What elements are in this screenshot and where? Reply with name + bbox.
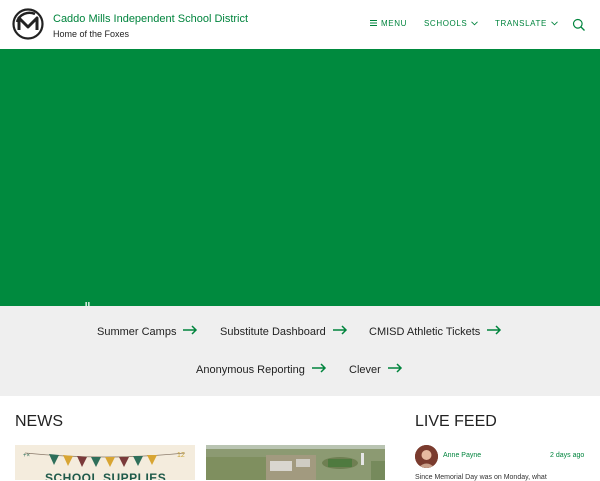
quicklink-anonymous-reporting[interactable]: Anonymous Reporting: [196, 363, 327, 376]
translate-dropdown[interactable]: TRANSLATE: [495, 19, 558, 28]
news-heading: NEWS: [15, 413, 63, 430]
news-card-school-supplies[interactable]: +× 12 SCHOOL SUPPLIES: [15, 445, 195, 480]
quicklink-label: Anonymous Reporting: [196, 363, 305, 376]
news-card-aerial-photo[interactable]: [206, 445, 385, 480]
svg-text:+×: +×: [23, 453, 31, 459]
schools-dropdown[interactable]: SCHOOLS: [424, 19, 479, 28]
quicklink-substitute-dashboard[interactable]: Substitute Dashboard: [220, 325, 348, 338]
arrow-right-icon: [311, 363, 327, 376]
svg-text:12: 12: [177, 452, 185, 459]
hero-banner: [0, 49, 600, 307]
translate-label: TRANSLATE: [495, 19, 547, 28]
menu-label: MENU: [381, 19, 407, 28]
arrow-right-icon: [486, 325, 502, 338]
site-subtitle: Home of the Foxes: [53, 29, 130, 39]
arrow-right-icon: [387, 363, 403, 376]
district-logo[interactable]: [11, 8, 45, 40]
hamburger-icon: [370, 19, 377, 28]
quicklink-label: Clever: [349, 363, 381, 376]
site-title[interactable]: Caddo Mills Independent School District: [53, 13, 248, 25]
quicklink-label: CMISD Athletic Tickets: [369, 325, 481, 338]
pause-icon[interactable]: [85, 294, 90, 307]
aerial-campus-image: [206, 445, 385, 480]
quicklink-label: Summer Camps: [97, 325, 177, 338]
quicklink-athletic-tickets[interactable]: CMISD Athletic Tickets: [369, 325, 502, 338]
feed-timestamp[interactable]: 2 days ago: [550, 452, 584, 459]
quicklink-clever[interactable]: Clever: [349, 363, 403, 376]
search-icon: [572, 18, 586, 36]
chevron-down-icon: [471, 19, 479, 28]
arrow-right-icon: [182, 325, 198, 338]
live-feed-heading: LIVE FEED: [415, 413, 497, 430]
quicklink-summer-camps[interactable]: Summer Camps: [97, 325, 198, 338]
chevron-down-icon: [551, 19, 558, 28]
avatar[interactable]: [415, 445, 438, 468]
quick-links-bar: Summer Camps Substitute Dashboard CMISD …: [0, 306, 600, 396]
feed-author-name[interactable]: Anne Payne: [443, 452, 481, 459]
news-card-banner-text: SCHOOL SUPPLIES: [45, 471, 167, 480]
schools-label: SCHOOLS: [424, 19, 468, 28]
arrow-right-icon: [332, 325, 348, 338]
menu-button[interactable]: MENU: [370, 19, 407, 28]
search-button[interactable]: [572, 18, 586, 32]
site-header: Caddo Mills Independent School District …: [0, 0, 600, 49]
quicklink-label: Substitute Dashboard: [220, 325, 326, 338]
